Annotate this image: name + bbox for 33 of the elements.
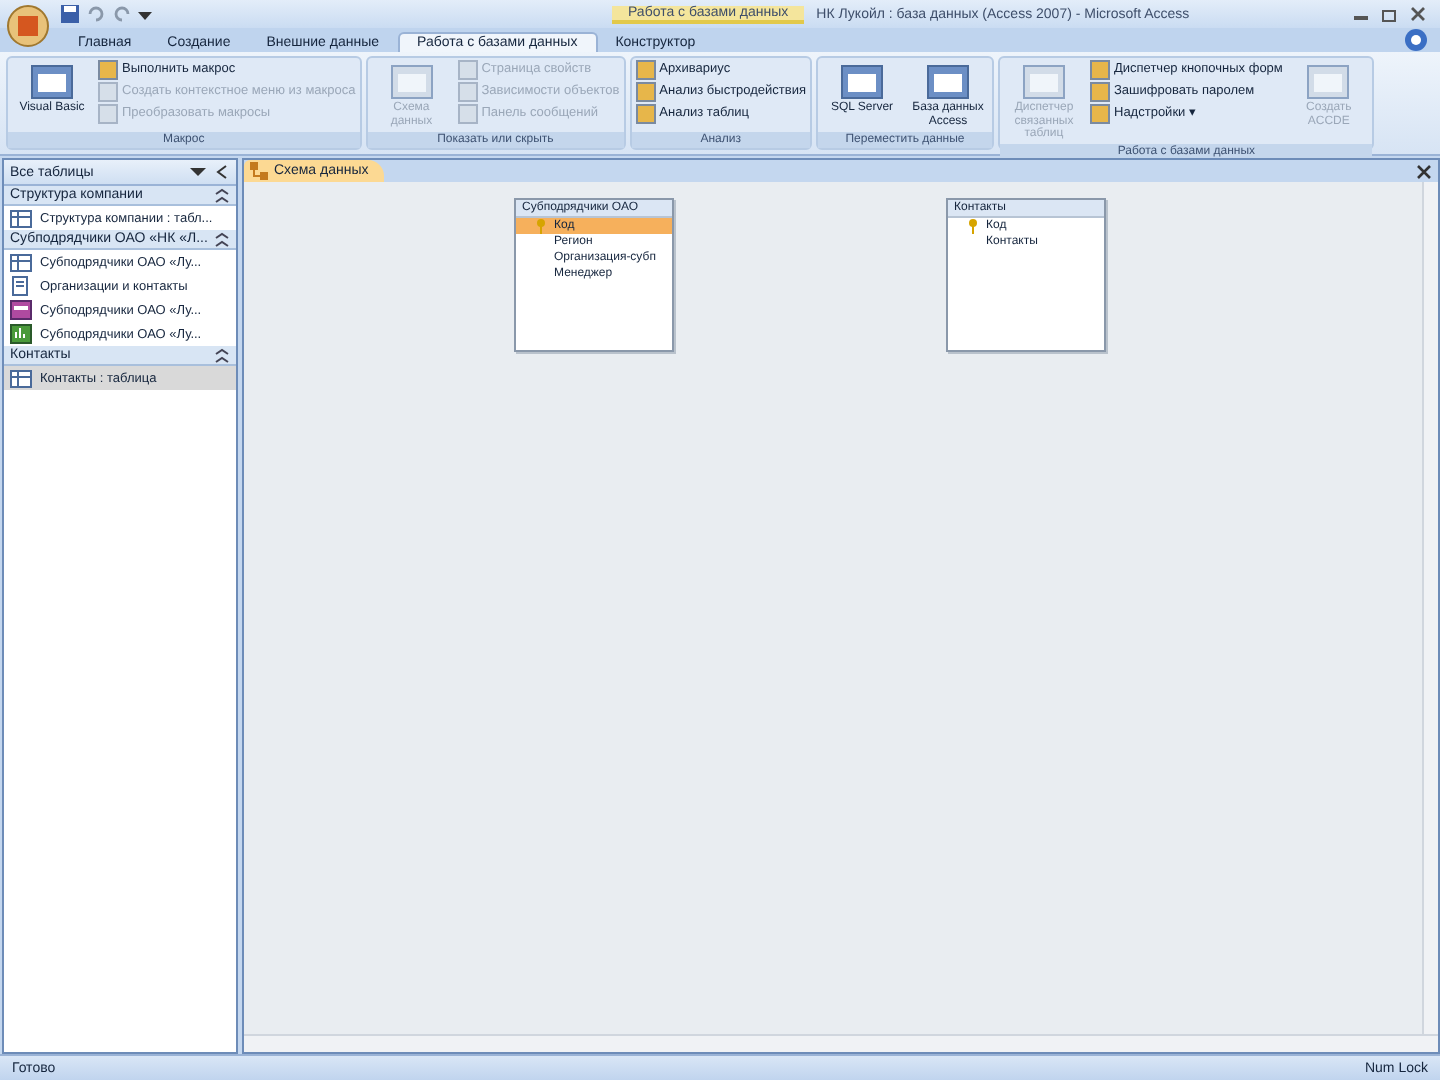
table-icon — [10, 252, 32, 272]
collapse-icon[interactable] — [214, 187, 230, 203]
tool-icon — [30, 62, 74, 102]
relationships-icon — [250, 162, 268, 180]
close-icon[interactable] — [1416, 163, 1432, 179]
horizontal-scrollbar[interactable] — [244, 1034, 1438, 1052]
key-icon — [966, 218, 980, 234]
report-icon — [10, 324, 32, 344]
tool-icon — [389, 62, 434, 102]
table-icon — [10, 208, 32, 228]
query-icon — [10, 276, 32, 296]
form-icon — [10, 300, 32, 320]
close-icon[interactable] — [1408, 6, 1428, 22]
vertical-scrollbar[interactable] — [1422, 182, 1438, 1034]
tool-icon — [635, 104, 656, 124]
tool-icon — [457, 60, 478, 80]
tool-icon — [635, 60, 656, 80]
table-icon — [10, 368, 32, 388]
tool-icon — [457, 104, 478, 124]
tool-icon — [926, 62, 970, 102]
key-icon — [534, 218, 548, 234]
restore-icon[interactable] — [1380, 6, 1400, 22]
collapse-icon[interactable] — [214, 231, 230, 247]
save-icon[interactable] — [60, 4, 80, 24]
dropdown-icon[interactable] — [190, 164, 206, 180]
collapse-icon[interactable] — [214, 347, 230, 363]
collapse-pane-icon[interactable] — [214, 164, 230, 180]
help-icon[interactable] — [1404, 28, 1428, 52]
tool-icon — [1306, 62, 1351, 102]
tool-icon — [1022, 62, 1066, 102]
tool-icon — [457, 82, 478, 102]
tool-icon — [635, 82, 656, 102]
tool-icon — [840, 62, 884, 102]
